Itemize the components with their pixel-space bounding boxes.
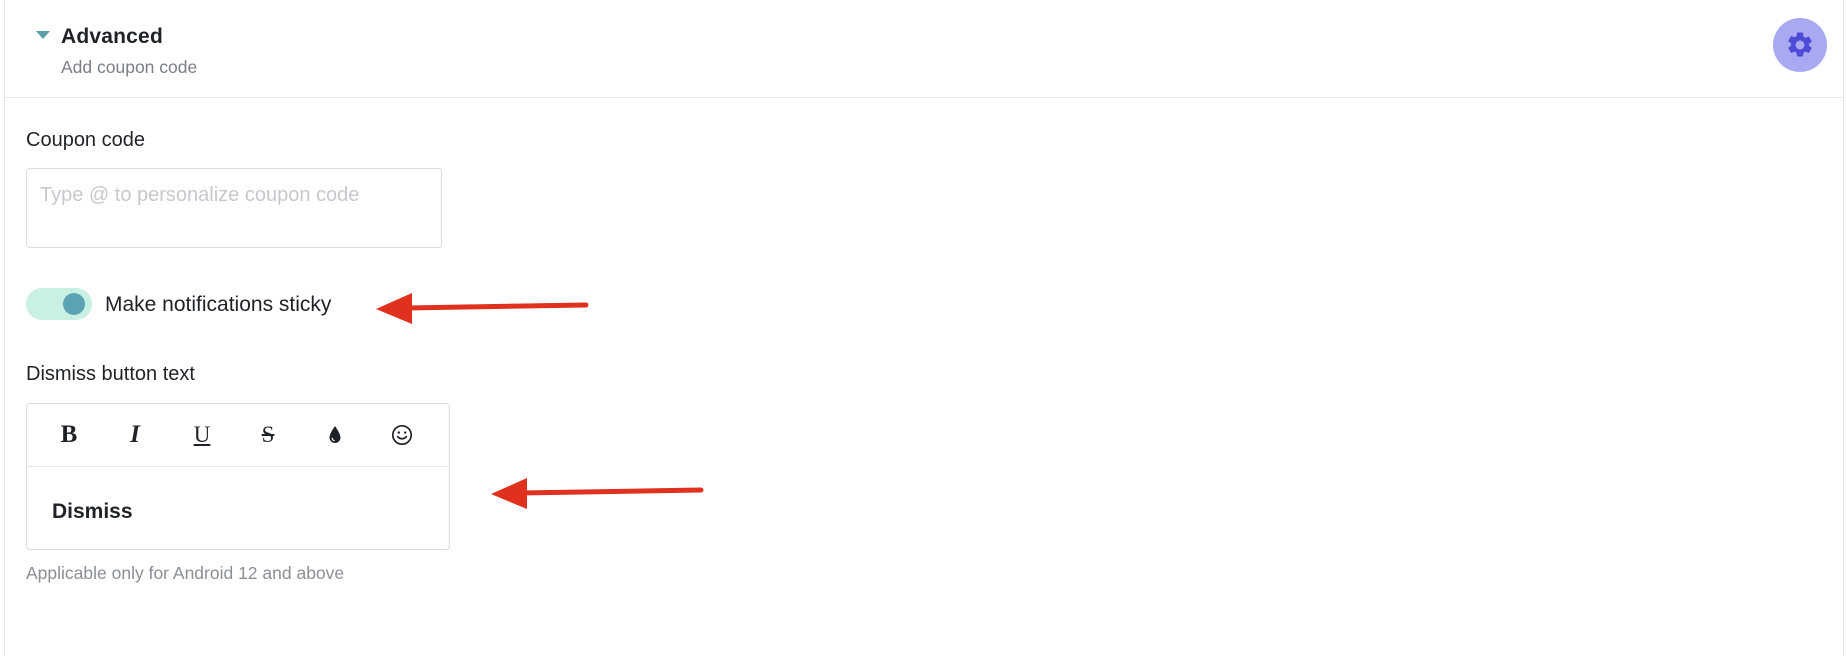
advanced-panel: Advanced Add coupon code Coupon code Typ…: [4, 0, 1844, 656]
advanced-section-header[interactable]: Advanced Add coupon code: [5, 0, 1843, 98]
coupon-code-label: Coupon code: [26, 129, 145, 151]
section-title: Advanced: [61, 25, 163, 48]
emoji-icon: [391, 424, 413, 446]
emoji-button[interactable]: [384, 417, 420, 453]
strikethrough-button[interactable]: S: [250, 417, 286, 453]
settings-button[interactable]: [1773, 18, 1827, 72]
drop-icon: [329, 426, 341, 443]
italic-button[interactable]: I: [117, 417, 153, 453]
annotation-arrow-sticky: [376, 293, 589, 324]
section-subtitle: Add coupon code: [61, 57, 198, 77]
toggle-knob: [63, 293, 85, 315]
caret-down-icon[interactable]: [36, 31, 50, 39]
dismiss-text-value[interactable]: Dismiss: [52, 500, 133, 524]
underline-button[interactable]: U: [184, 417, 220, 453]
bold-button[interactable]: B: [51, 417, 87, 453]
android-help-text: Applicable only for Android 12 and above: [26, 563, 345, 583]
coupon-code-placeholder: Type @ to personalize coupon code: [40, 184, 360, 206]
text-color-button[interactable]: [317, 417, 353, 453]
annotation-arrow-dismiss: [491, 478, 704, 509]
gear-icon: [1788, 32, 1812, 57]
sticky-toggle[interactable]: [26, 288, 92, 320]
sticky-toggle-label: Make notifications sticky: [105, 293, 332, 316]
dismiss-text-editor[interactable]: B I U S Dismiss: [26, 403, 450, 550]
editor-toolbar: B I U S: [27, 404, 449, 467]
coupon-code-input[interactable]: Type @ to personalize coupon code: [26, 168, 442, 248]
dismiss-button-text-label: Dismiss button text: [26, 363, 195, 385]
